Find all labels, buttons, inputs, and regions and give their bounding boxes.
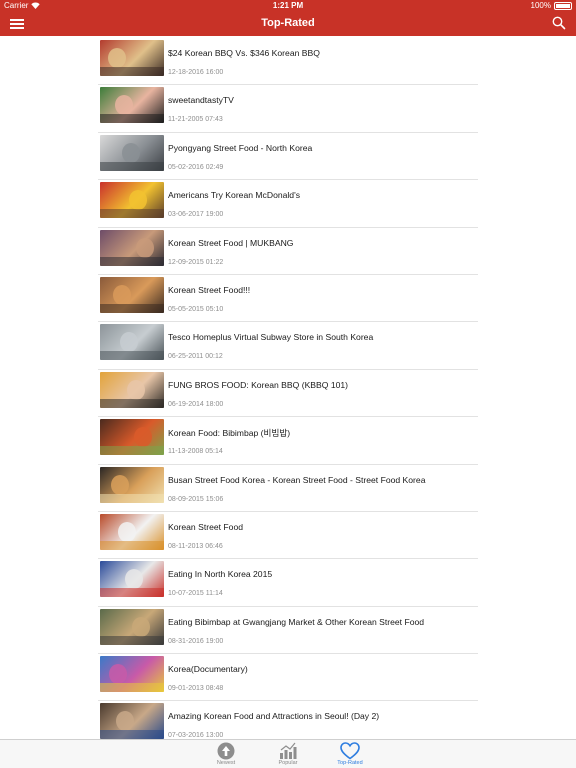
video-title: Eating Bibimbap at Gwangjang Market & Ot… [168, 616, 425, 627]
video-date: 11-21-2005 07:43 [168, 116, 223, 124]
video-row[interactable]: sweetandtastyTV 11-21-2005 07:43 [98, 85, 478, 133]
status-bar: Carrier 1:21 PM 100% [0, 0, 576, 12]
video-title: Korean Food: Bibimbap (비빔밥) [168, 428, 291, 439]
video-date: 08-09-2015 15:06 [168, 495, 224, 503]
video-date: 05-05-2015 05:10 [168, 305, 224, 313]
video-title: FUNG BROS FOOD: Korean BBQ (KBBQ 101) [168, 379, 349, 390]
page-title: Top-Rated [261, 17, 315, 29]
search-icon[interactable] [552, 16, 566, 30]
video-row[interactable]: $24 Korean BBQ Vs. $346 Korean BBQ 12-18-… [98, 38, 478, 86]
video-thumbnail [100, 40, 164, 76]
video-row[interactable]: Korea(Documentary) 09-01-2013 08:48 [98, 654, 478, 702]
tab-label: Top-Rated [337, 760, 363, 766]
tab-newest[interactable]: Newest [196, 740, 256, 768]
video-title: Korean Street Food!!! [168, 284, 251, 295]
video-row[interactable]: Busan Street Food Korea - Korean Street … [98, 465, 478, 512]
video-thumbnail [100, 324, 164, 361]
video-date: 06-19-2014 18:00 [168, 400, 224, 408]
bar-chart-icon [280, 742, 297, 759]
video-date: 06-25-2011 00:12 [168, 353, 223, 361]
video-thumbnail [100, 182, 164, 219]
video-thumbnail [100, 87, 164, 124]
video-title: Pyongyang Street Food - North Korea [168, 142, 313, 153]
heart-icon [340, 742, 360, 760]
video-thumbnail [100, 419, 164, 456]
video-row[interactable]: Pyongyang Street Food - North Korea 05-02… [98, 133, 478, 181]
video-row[interactable]: Korean Street Food 08-11-2013 06:46 [98, 512, 478, 560]
tab-top-rated[interactable]: Top-Rated [320, 740, 380, 768]
video-thumbnail [100, 561, 164, 598]
video-date: 08-31-2016 19:00 [168, 637, 224, 645]
video-row[interactable]: Eating In North Korea 2015 10-07-2015 11:… [98, 559, 478, 607]
status-time: 1:21 PM [272, 1, 304, 10]
video-row[interactable]: Korean Food: Bibimbap (비빔밥) 11-13-2008 05… [98, 417, 478, 465]
video-title: Tesco Homeplus Virtual Subway Store in S… [168, 332, 374, 343]
tab-label: Popular [278, 760, 298, 766]
video-date: 11-13-2008 05:14 [168, 448, 223, 456]
video-title: Americans Try Korean McDonald's [168, 190, 301, 201]
up-arrow-circle-icon [217, 742, 235, 760]
navigation-bar: Top-Rated [0, 12, 576, 36]
video-row[interactable]: Korean Street Food!!! 05-05-2015 05:10 [98, 275, 478, 323]
video-title: Korea(Documentary) [168, 664, 248, 675]
video-date: 09-01-2013 08:48 [168, 685, 224, 693]
video-row[interactable]: FUNG BROS FOOD: Korean BBQ (KBBQ 101) 06-… [98, 370, 478, 418]
video-row[interactable]: Americans Try Korean McDonald's 03-06-201… [98, 180, 478, 228]
status-right: 100% [531, 1, 572, 10]
tab-popular[interactable]: Popular [258, 740, 318, 768]
video-thumbnail [100, 466, 164, 503]
tab-bar: Newest Popular Top-Rated [0, 739, 576, 768]
tab-label: Newest [216, 760, 236, 766]
battery-percent: 100% [530, 1, 551, 10]
video-row[interactable]: Tesco Homeplus Virtual Subway Store in S… [98, 322, 478, 370]
video-title: Amazing Korean Food and Attractions in S… [168, 711, 380, 722]
video-thumbnail [100, 513, 164, 550]
video-thumbnail [100, 703, 164, 740]
video-title: Korean Street Food | MUKBANG [168, 237, 294, 248]
video-title: Korean Street Food [168, 521, 244, 532]
video-thumbnail [100, 608, 164, 645]
video-thumbnail [100, 134, 164, 171]
video-date: 10-07-2015 11:14 [168, 590, 223, 598]
video-row[interactable]: Korean Street Food | MUKBANG 12-09-2015 0… [98, 228, 478, 275]
video-date: 12-09-2015 01:22 [168, 258, 224, 266]
video-thumbnail [100, 656, 164, 693]
battery-icon [554, 1, 572, 10]
video-list: $24 Korean BBQ Vs. $346 Korean BBQ 12-18-… [98, 38, 478, 749]
video-row[interactable]: Eating Bibimbap at Gwangjang Market & Ot… [98, 607, 478, 655]
video-title: Busan Street Food Korea - Korean Street … [168, 474, 426, 485]
video-title: Eating In North Korea 2015 [168, 569, 273, 580]
video-thumbnail [100, 371, 164, 408]
video-date: 03-06-2017 19:00 [168, 211, 224, 219]
video-title: sweetandtastyTV [168, 95, 234, 106]
video-date: 12-18-2016 16:00 [168, 69, 224, 76]
video-title: $24 Korean BBQ Vs. $346 Korean BBQ [168, 48, 320, 58]
video-thumbnail [100, 229, 164, 266]
video-date: 05-02-2016 02:49 [168, 163, 224, 171]
video-date: 08-11-2013 06:46 [168, 542, 223, 550]
video-thumbnail [100, 276, 164, 313]
